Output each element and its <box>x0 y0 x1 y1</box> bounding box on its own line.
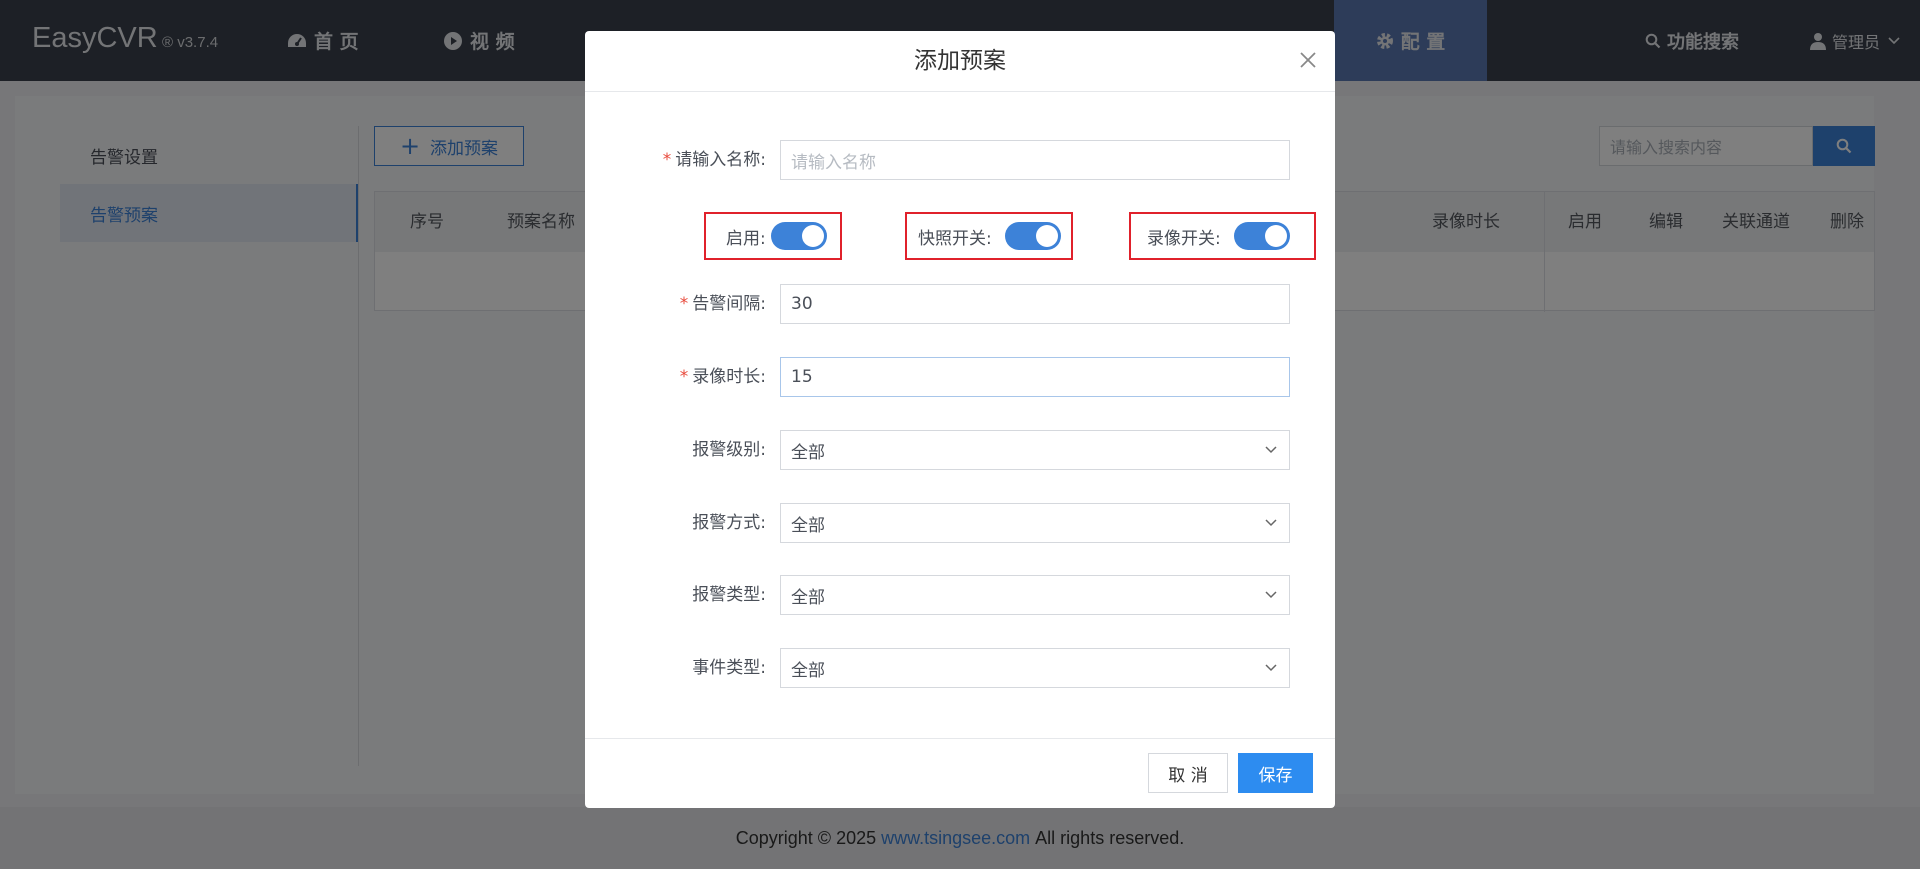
alarm-method-select[interactable]: 全部 <box>780 503 1290 543</box>
recording-toggle-group: 录像开关: <box>1129 212 1316 260</box>
interval-input[interactable]: 30 <box>780 284 1290 324</box>
event-type-label: 事件类型: <box>692 658 766 678</box>
duration-input[interactable]: 15 <box>780 357 1290 397</box>
duration-label: * 录像时长: <box>679 367 766 387</box>
close-icon[interactable] <box>1297 49 1319 71</box>
snapshot-switch[interactable] <box>1004 222 1061 250</box>
interval-value: 30 <box>791 294 813 314</box>
alarm-type-value: 全部 <box>791 587 825 608</box>
name-placeholder: 请输入名称 <box>791 152 876 173</box>
required-mark: * <box>662 150 672 170</box>
divider <box>585 738 1335 739</box>
chevron-down-icon <box>1265 446 1277 454</box>
interval-label: * 告警间隔: <box>679 294 766 314</box>
recording-switch[interactable] <box>1233 222 1290 250</box>
required-mark: * <box>679 294 689 314</box>
alarm-level-value: 全部 <box>791 442 825 463</box>
event-type-select[interactable]: 全部 <box>780 648 1290 688</box>
alarm-method-value: 全部 <box>791 515 825 536</box>
add-plan-dialog: 添加预案 * 请输入名称: 请输入名称 启用: 快照开关: 录像开关: * 告警间隔… <box>585 31 1335 808</box>
alarm-type-select[interactable]: 全部 <box>780 575 1290 615</box>
save-button[interactable]: 保存 <box>1238 753 1313 793</box>
enable-switch[interactable] <box>770 222 827 250</box>
chevron-down-icon <box>1265 664 1277 672</box>
cancel-button[interactable]: 取 消 <box>1148 753 1228 793</box>
alarm-type-label: 报警类型: <box>692 585 766 605</box>
event-type-value: 全部 <box>791 660 825 681</box>
name-label: * 请输入名称: <box>662 150 766 170</box>
name-input[interactable]: 请输入名称 <box>780 140 1290 180</box>
required-mark: * <box>679 367 689 387</box>
snapshot-toggle-group: 快照开关: <box>905 212 1073 260</box>
chevron-down-icon <box>1265 519 1277 527</box>
chevron-down-icon <box>1265 591 1277 599</box>
enable-toggle-group: 启用: <box>704 212 842 260</box>
divider <box>585 91 1335 92</box>
duration-value: 15 <box>791 367 813 387</box>
alarm-level-select[interactable]: 全部 <box>780 430 1290 470</box>
snapshot-label: 快照开关: <box>918 228 992 249</box>
alarm-level-label: 报警级别: <box>692 440 766 460</box>
dialog-title: 添加预案 <box>914 48 1006 74</box>
alarm-method-label: 报警方式: <box>692 513 766 533</box>
recording-label: 录像开关: <box>1147 228 1221 249</box>
enable-label: 启用: <box>726 228 766 249</box>
